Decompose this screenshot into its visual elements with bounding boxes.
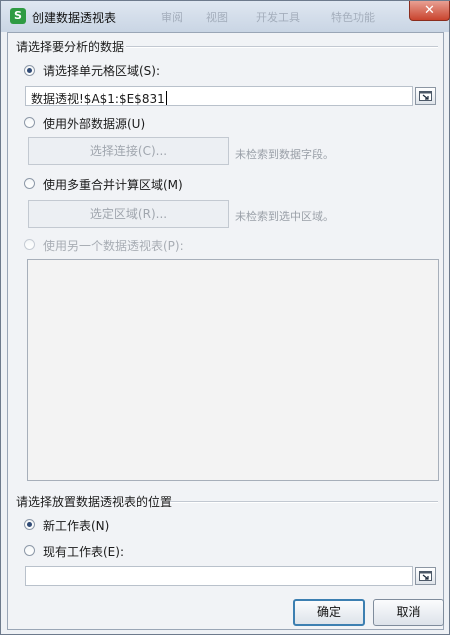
- existing-sheet-picker-button[interactable]: [415, 567, 436, 585]
- multi-range-hint: 未检索到选中区域。: [235, 210, 334, 223]
- range-input-value: 数据透视!$A$1:$E$831: [31, 91, 167, 106]
- new-sheet-radio[interactable]: [24, 519, 35, 530]
- select-range-button[interactable]: 选定区域(R)...: [28, 200, 229, 228]
- ribbon-text-view: 视图: [206, 11, 228, 24]
- new-sheet-label[interactable]: 新工作表(N): [43, 517, 109, 534]
- existing-sheet-input[interactable]: [25, 566, 413, 586]
- ribbon-text-features: 特色功能: [331, 11, 375, 24]
- existing-sheet-radio[interactable]: [24, 545, 35, 556]
- select-connection-button[interactable]: 选择连接(C)...: [28, 137, 229, 165]
- ok-button[interactable]: 确定: [293, 599, 365, 626]
- placement-section-title: 请选择放置数据透视表的位置: [16, 495, 173, 509]
- wps-spreadsheet-icon: S: [10, 8, 26, 24]
- source-section-separator: [126, 46, 438, 48]
- external-source-radio[interactable]: [24, 117, 35, 128]
- create-pivot-table-dialog: S 创建数据透视表 审阅 视图 开发工具 特色功能 ✕ 请选择要分析的数据 请选…: [0, 0, 450, 635]
- range-picker-icon: [419, 571, 432, 581]
- ribbon-text-review: 审阅: [161, 11, 183, 24]
- ribbon-text-devtools: 开发工具: [256, 11, 300, 24]
- other-pivot-label: 使用另一个数据透视表(P):: [43, 239, 184, 253]
- dialog-title: 创建数据透视表: [32, 11, 117, 25]
- placement-section-separator: [170, 501, 438, 503]
- dialog-body: 请选择要分析的数据 请选择单元格区域(S): 数据透视!$A$1:$E$831 …: [7, 32, 444, 630]
- external-source-label[interactable]: 使用外部数据源(U): [43, 115, 145, 132]
- existing-sheet-label[interactable]: 现有工作表(E):: [43, 543, 124, 560]
- other-pivot-radio[interactable]: [24, 239, 35, 250]
- range-radio[interactable]: [24, 65, 35, 76]
- multi-range-label[interactable]: 使用多重合并计算区域(M): [43, 176, 183, 193]
- close-button[interactable]: ✕: [409, 1, 450, 21]
- pivot-table-list[interactable]: [27, 259, 439, 481]
- range-picker-icon: [419, 91, 432, 101]
- source-section-title: 请选择要分析的数据: [16, 40, 125, 54]
- close-icon: ✕: [424, 3, 435, 18]
- range-radio-label[interactable]: 请选择单元格区域(S):: [43, 62, 160, 79]
- multi-range-radio[interactable]: [24, 178, 35, 189]
- range-picker-button[interactable]: [415, 87, 436, 105]
- external-source-hint: 未检索到数据字段。: [235, 148, 334, 161]
- cancel-button[interactable]: 取消: [373, 599, 444, 626]
- range-input[interactable]: 数据透视!$A$1:$E$831: [25, 86, 413, 106]
- title-bar[interactable]: S 创建数据透视表 审阅 视图 开发工具 特色功能 ✕: [1, 1, 450, 32]
